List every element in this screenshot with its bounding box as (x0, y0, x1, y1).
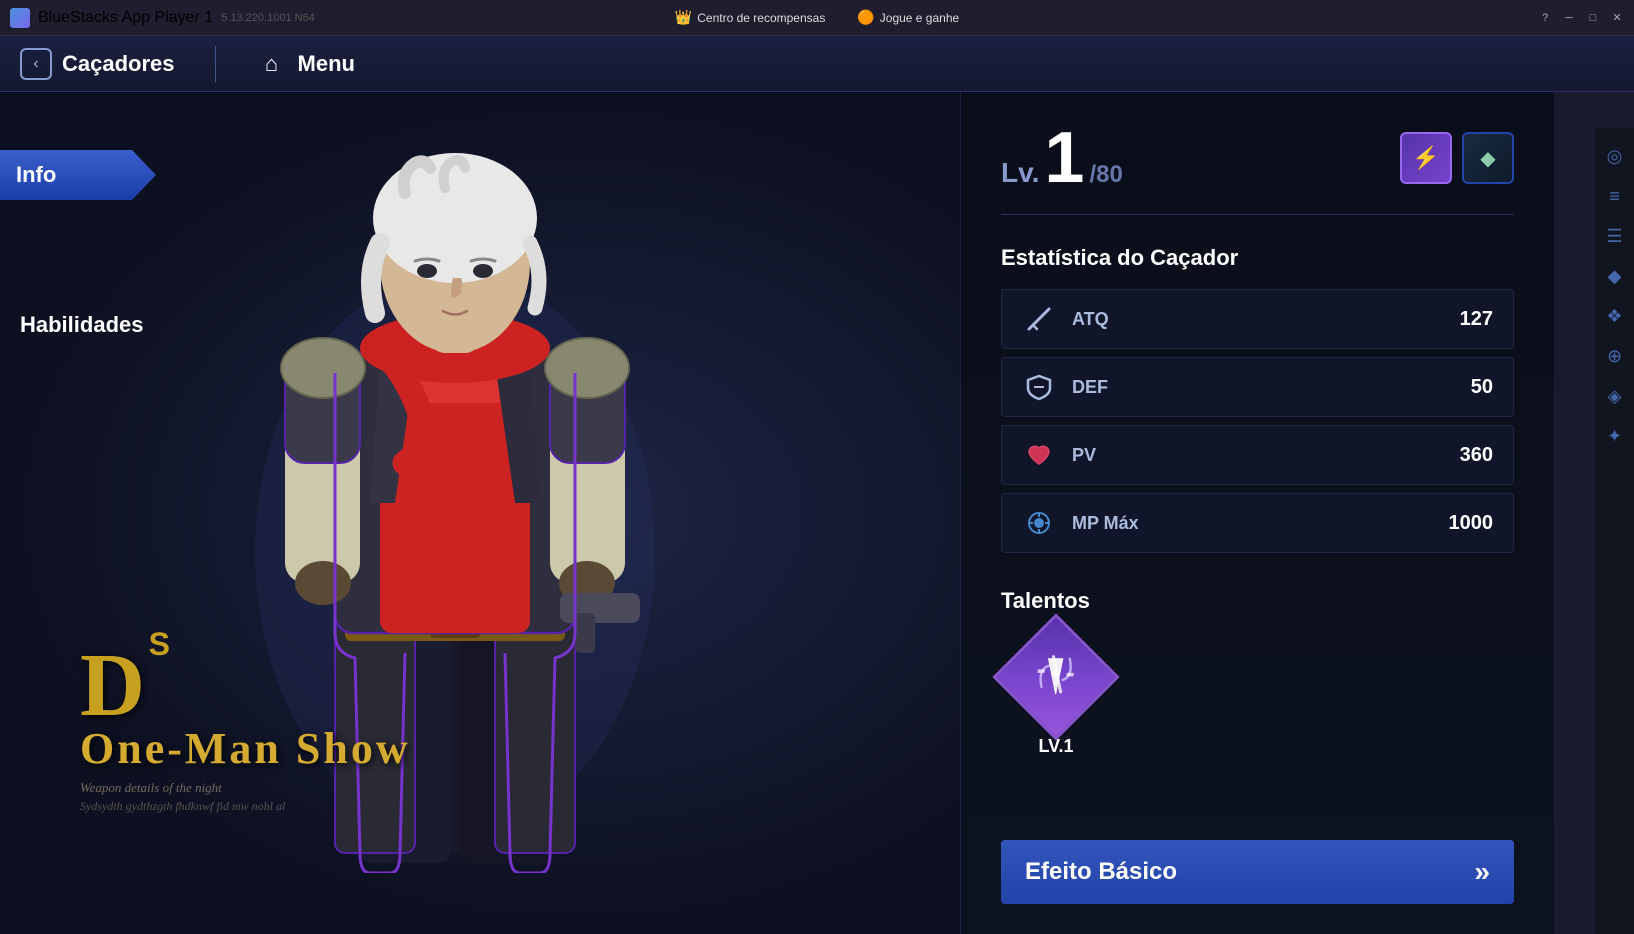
info-tab-label: Info (16, 162, 56, 187)
lightning-icon-btn[interactable]: ⚡ (1400, 132, 1452, 184)
sidebar-icon-7[interactable]: ◈ (1597, 378, 1633, 414)
level-prefix: Lv. (1001, 157, 1039, 189)
efeito-basico-arrow: » (1474, 856, 1490, 888)
level-icons: ⚡ ◆ (1400, 132, 1514, 184)
char-rank-s: S (149, 626, 170, 663)
char-subtitle2: Sydsydth gydthzgth fhdknwf fid mw nohl a… (80, 799, 411, 814)
atq-icon (1022, 302, 1056, 336)
main-content: Info Habilidades (0, 92, 1634, 934)
titlebar: BlueStacks App Player 1 5.13.220.1001 N6… (0, 0, 1634, 36)
nav-divider (215, 46, 216, 82)
level-section: Lv. 1 /80 ⚡ ◆ (1001, 122, 1514, 215)
home-icon: ⌂ (256, 48, 288, 80)
level-number: 1 (1044, 122, 1084, 194)
pv-value: 360 (1460, 444, 1493, 467)
mp-name: MP Máx (1072, 513, 1449, 534)
stat-row-mp: MP Máx 1000 (1001, 493, 1514, 553)
sidebar-icon-6[interactable]: ⊕ (1597, 338, 1633, 374)
character-name-overlay: D S One-Man Show Weapon details of the n… (80, 641, 411, 814)
def-value: 50 (1471, 376, 1493, 399)
orange-circle-icon: 🟠 (857, 9, 874, 26)
talent-icon[interactable] (992, 613, 1119, 740)
close-btn[interactable]: ✕ (1610, 11, 1624, 25)
titlebar-version: 5.13.220.1001 N64 (221, 12, 315, 24)
sidebar-icon-4[interactable]: ◆ (1597, 258, 1633, 294)
minimize-btn[interactable]: ─ (1562, 11, 1576, 25)
atq-name: ATQ (1072, 309, 1460, 330)
talentos-title: Talentos (1001, 588, 1514, 614)
char-rank: D (80, 636, 145, 735)
stat-row-atq: ATQ 127 (1001, 289, 1514, 349)
bluestacks-logo (10, 8, 30, 28)
diamond-icon: ◆ (1480, 146, 1495, 171)
left-panel: Info Habilidades (0, 92, 960, 934)
stats-title: Estatística do Caçador (1001, 245, 1514, 271)
sidebar-icon-8[interactable]: ✦ (1597, 418, 1633, 454)
efeito-basico-label: Efeito Básico (1025, 858, 1177, 886)
sidebar-icon-2[interactable]: ≡ (1597, 178, 1633, 214)
talent-container: LV.1 (1001, 632, 1111, 757)
def-icon (1022, 370, 1056, 404)
right-panel: Lv. 1 /80 ⚡ ◆ Estatística do Caçador (960, 92, 1554, 934)
menu-button[interactable]: ⌂ Menu (256, 48, 355, 80)
mp-value: 1000 (1449, 512, 1494, 535)
back-button[interactable]: ‹ Caçadores (20, 48, 175, 80)
titlebar-right: ? ─ □ ✕ (1538, 11, 1624, 25)
stat-row-pv: PV 360 (1001, 425, 1514, 485)
stats-section: Estatística do Caçador ATQ 127 (1001, 245, 1514, 553)
nav-title: Caçadores (62, 51, 175, 77)
def-name: DEF (1072, 377, 1471, 398)
mp-icon (1022, 506, 1056, 540)
sidebar-icon-5[interactable]: ❖ (1597, 298, 1633, 334)
crown-icon: 👑 (675, 9, 692, 26)
menu-label: Menu (298, 51, 355, 77)
char-subtitle1: Weapon details of the night (80, 780, 411, 796)
help-btn[interactable]: ? (1538, 11, 1552, 25)
pv-icon (1022, 438, 1056, 472)
right-sidebar: ◎ ≡ ☰ ◆ ❖ ⊕ ◈ ✦ (1594, 128, 1634, 934)
navbar: ‹ Caçadores ⌂ Menu (0, 36, 1634, 92)
talent-skill-icon (1031, 648, 1081, 707)
level-max: /80 (1089, 161, 1122, 189)
titlebar-app-name: BlueStacks App Player 1 (38, 9, 213, 27)
sidebar-icon-3[interactable]: ☰ (1597, 218, 1633, 254)
efeito-basico-button[interactable]: Efeito Básico » (1001, 840, 1514, 904)
back-arrow-icon: ‹ (20, 48, 52, 80)
rewards-center-btn[interactable]: 👑 Centro de recompensas (667, 6, 834, 29)
restore-btn[interactable]: □ (1586, 11, 1600, 25)
lightning-icon: ⚡ (1412, 145, 1439, 171)
level-display: Lv. 1 /80 (1001, 122, 1123, 194)
sidebar-icon-1[interactable]: ◎ (1597, 138, 1633, 174)
titlebar-left: BlueStacks App Player 1 5.13.220.1001 N6… (10, 8, 315, 28)
rewards-center-label: Centro de recompensas (697, 11, 825, 25)
play-earn-label: Jogue e ganhe (880, 11, 959, 25)
atq-value: 127 (1460, 308, 1493, 331)
titlebar-center: 👑 Centro de recompensas 🟠 Jogue e ganhe (667, 6, 967, 29)
pv-name: PV (1072, 445, 1460, 466)
stat-row-def: DEF 50 (1001, 357, 1514, 417)
play-earn-btn[interactable]: 🟠 Jogue e ganhe (849, 6, 967, 29)
talentos-section: Talentos (1001, 588, 1514, 757)
diamond-icon-btn[interactable]: ◆ (1462, 132, 1514, 184)
